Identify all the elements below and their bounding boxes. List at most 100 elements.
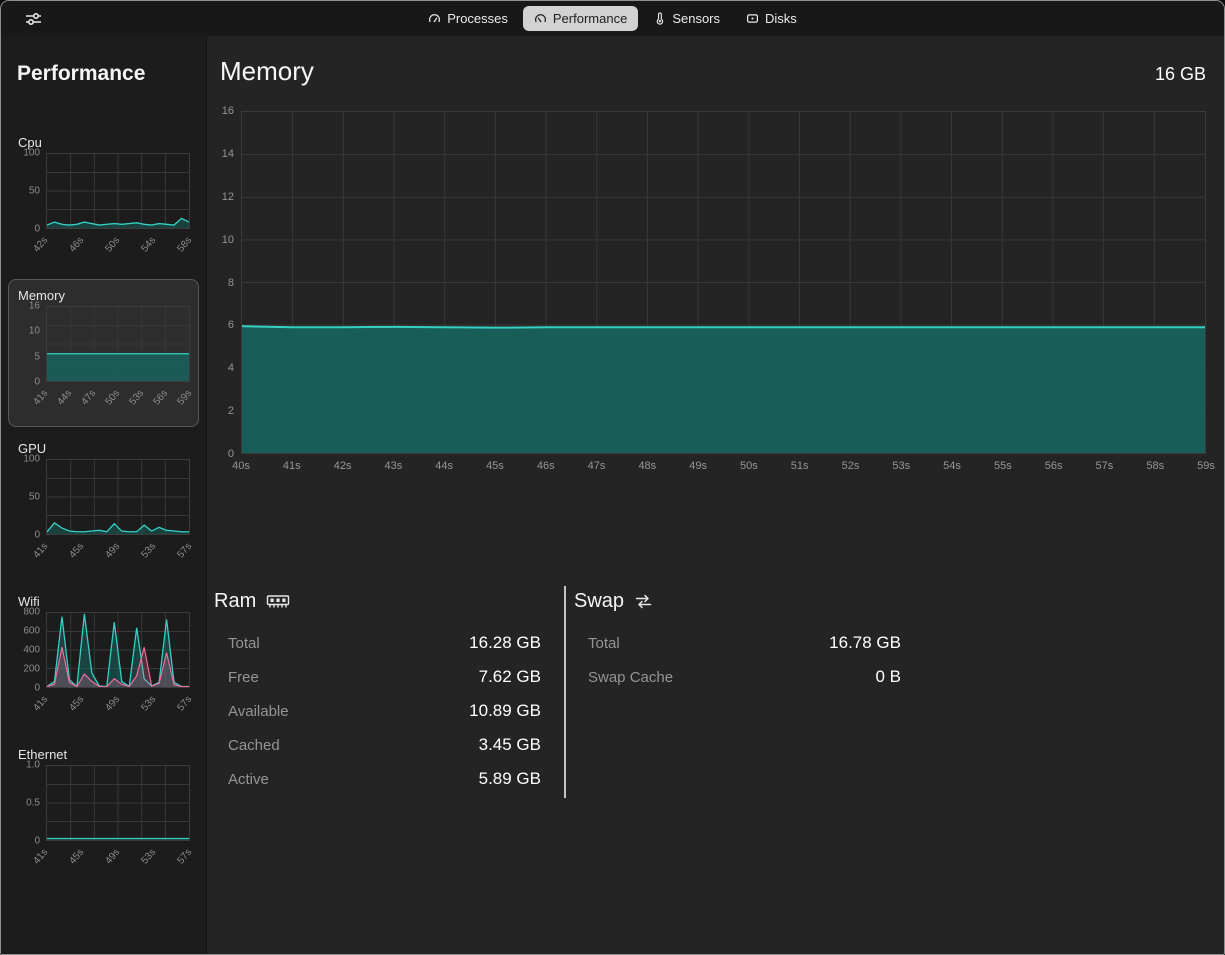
y-tick-label: 0 xyxy=(34,529,40,541)
x-tick-label: 41s xyxy=(282,460,301,472)
y-tick-label: 0 xyxy=(34,376,40,388)
y-tick-label: 2 xyxy=(227,405,234,418)
x-tick-label: 45s xyxy=(67,846,87,867)
tab-label: Sensors xyxy=(672,11,721,26)
stat-label: Active xyxy=(228,770,269,788)
x-tick-label: 49s xyxy=(103,846,123,867)
header-bar: Processes Performance Sensors Disks xyxy=(1,1,1224,36)
sidebar-item-label: Memory xyxy=(18,288,65,303)
tab-label: Performance xyxy=(552,11,628,26)
memory-usage-chart: 16 14 12 10 8 6 4 2 0 xyxy=(214,105,1206,460)
x-tick-label: 59s xyxy=(175,387,195,408)
mini-x-axis: 41s 44s 47s 50s 53s 56s 59s xyxy=(31,382,194,424)
mini-chart-plot xyxy=(46,153,190,229)
stat-value: 3.45 GB xyxy=(478,735,541,754)
stat-value: 10.89 GB xyxy=(469,701,541,720)
disks-icon xyxy=(746,12,759,25)
tab-disks[interactable]: Disks xyxy=(735,6,808,31)
tab-performance[interactable]: Performance xyxy=(522,6,639,31)
processes-icon xyxy=(428,12,441,25)
stat-label: Cached xyxy=(228,736,280,754)
y-tick-label: 0 xyxy=(34,223,40,235)
stat-label: Swap Cache xyxy=(588,668,674,686)
mini-chart-plot xyxy=(46,612,190,688)
x-tick-label: 45s xyxy=(67,693,87,714)
sidebar: Performance Cpu 100 50 0 42s 46s 50s 54s 58s Memo… xyxy=(1,36,207,954)
stat-label: Total xyxy=(228,634,260,652)
y-tick-label: 14 xyxy=(221,147,234,160)
performance-icon xyxy=(534,12,547,25)
sidebar-item-label: GPU xyxy=(18,441,47,456)
swap-icon xyxy=(634,594,653,609)
x-tick-label: 52s xyxy=(841,460,860,472)
ram-section: Ram Total 16.28 GB Free 7.62 GB Available 10.… xyxy=(214,586,564,798)
y-tick-label: 600 xyxy=(23,625,40,637)
system-monitor-window: Processes Performance Sensors Disks Perform… xyxy=(0,0,1225,955)
y-tick-label: 0 xyxy=(34,835,40,847)
stat-label: Total xyxy=(588,634,620,652)
stat-label: Available xyxy=(228,702,289,720)
x-tick-label: 48s xyxy=(638,460,657,472)
y-tick-label: 10 xyxy=(221,233,234,246)
x-tick-label: 49s xyxy=(689,460,707,472)
stat-value: 16.78 GB xyxy=(829,633,901,652)
sidebar-item-label: Wifi xyxy=(18,594,40,609)
x-tick-label: 41s xyxy=(31,540,51,561)
x-tick-label: 53s xyxy=(139,693,159,714)
y-tick-label: 50 xyxy=(28,185,40,197)
y-tick-label: 0.5 xyxy=(26,797,40,809)
x-tick-label: 41s xyxy=(31,846,51,867)
y-tick-label: 100 xyxy=(23,147,40,159)
x-tick-label: 59s xyxy=(1197,460,1215,472)
main-chart-plot xyxy=(241,111,1206,454)
y-tick-label: 12 xyxy=(221,190,234,203)
x-tick-label: 46s xyxy=(67,234,87,255)
y-tick-label: 400 xyxy=(23,644,40,656)
stat-row: Free 7.62 GB xyxy=(214,660,564,694)
swap-section: Swap Total 16.78 GB Swap Cache 0 B xyxy=(564,586,911,798)
main-header: Memory 16 GB xyxy=(214,50,1206,89)
sidebar-item-label: Cpu xyxy=(18,135,42,150)
mini-chart-row: 1.0 0.5 0 xyxy=(18,760,190,847)
x-tick-label: 50s xyxy=(740,460,758,472)
y-tick-label: 200 xyxy=(23,663,40,675)
stat-value: 5.89 GB xyxy=(478,769,541,788)
x-tick-label: 56s xyxy=(1044,460,1063,472)
ram-header: Ram xyxy=(214,586,564,616)
sidebar-item-ethernet[interactable]: Ethernet 1.0 0.5 0 41s 45s 49s 53s 57s xyxy=(8,738,199,886)
mini-chart-row: 100 50 0 xyxy=(18,148,190,235)
mini-y-axis: 16 10 5 0 xyxy=(18,301,43,388)
x-tick-label: 40s xyxy=(232,460,250,472)
x-tick-label: 42s xyxy=(31,234,51,255)
window-content: Performance Cpu 100 50 0 42s 46s 50s 54s 58s Memo… xyxy=(1,36,1224,954)
y-tick-label: 10 xyxy=(28,325,40,337)
tab-sensors[interactable]: Sensors xyxy=(642,6,731,31)
mini-chart-plot xyxy=(46,306,190,382)
mini-chart-row: 100 50 0 xyxy=(18,454,190,541)
x-tick-label: 50s xyxy=(103,234,123,255)
x-tick-label: 56s xyxy=(151,387,171,408)
y-tick-label: 800 xyxy=(23,606,40,618)
tab-processes[interactable]: Processes xyxy=(417,6,519,31)
mini-chart-plot xyxy=(46,459,190,535)
sidebar-item-wifi[interactable]: Wifi 800 600 400 200 0 41s 45s 49s 53s 57s xyxy=(8,585,199,733)
x-tick-label: 44s xyxy=(435,460,454,472)
stat-value: 0 B xyxy=(875,667,901,686)
mini-chart-row: 16 10 5 0 xyxy=(18,301,190,388)
sidebar-item-cpu[interactable]: Cpu 100 50 0 42s 46s 50s 54s 58s xyxy=(8,126,199,274)
sidebar-item-memory[interactable]: Memory 16 10 5 0 41s 44s 47s 50s 53s 56s 59s xyxy=(8,279,199,427)
x-tick-label: 43s xyxy=(384,460,403,472)
stat-value: 16.28 GB xyxy=(469,633,541,652)
stat-row: Swap Cache 0 B xyxy=(574,660,911,694)
ram-title: Ram xyxy=(214,589,257,612)
sidebar-title: Performance xyxy=(17,62,146,85)
mini-y-axis: 1.0 0.5 0 xyxy=(18,760,43,847)
x-tick-label: 53s xyxy=(127,387,147,408)
app-menu-button[interactable] xyxy=(21,8,45,29)
sidebar-item-gpu[interactable]: GPU 100 50 0 41s 45s 49s 53s 57s xyxy=(8,432,199,580)
chart-y-axis: 16 14 12 10 8 6 4 2 0 xyxy=(214,105,241,460)
tab-bar: Processes Performance Sensors Disks xyxy=(417,6,808,31)
swap-title: Swap xyxy=(574,589,625,612)
stat-row: Active 5.89 GB xyxy=(214,762,564,796)
mini-x-axis: 42s 46s 50s 54s 58s xyxy=(31,229,194,271)
